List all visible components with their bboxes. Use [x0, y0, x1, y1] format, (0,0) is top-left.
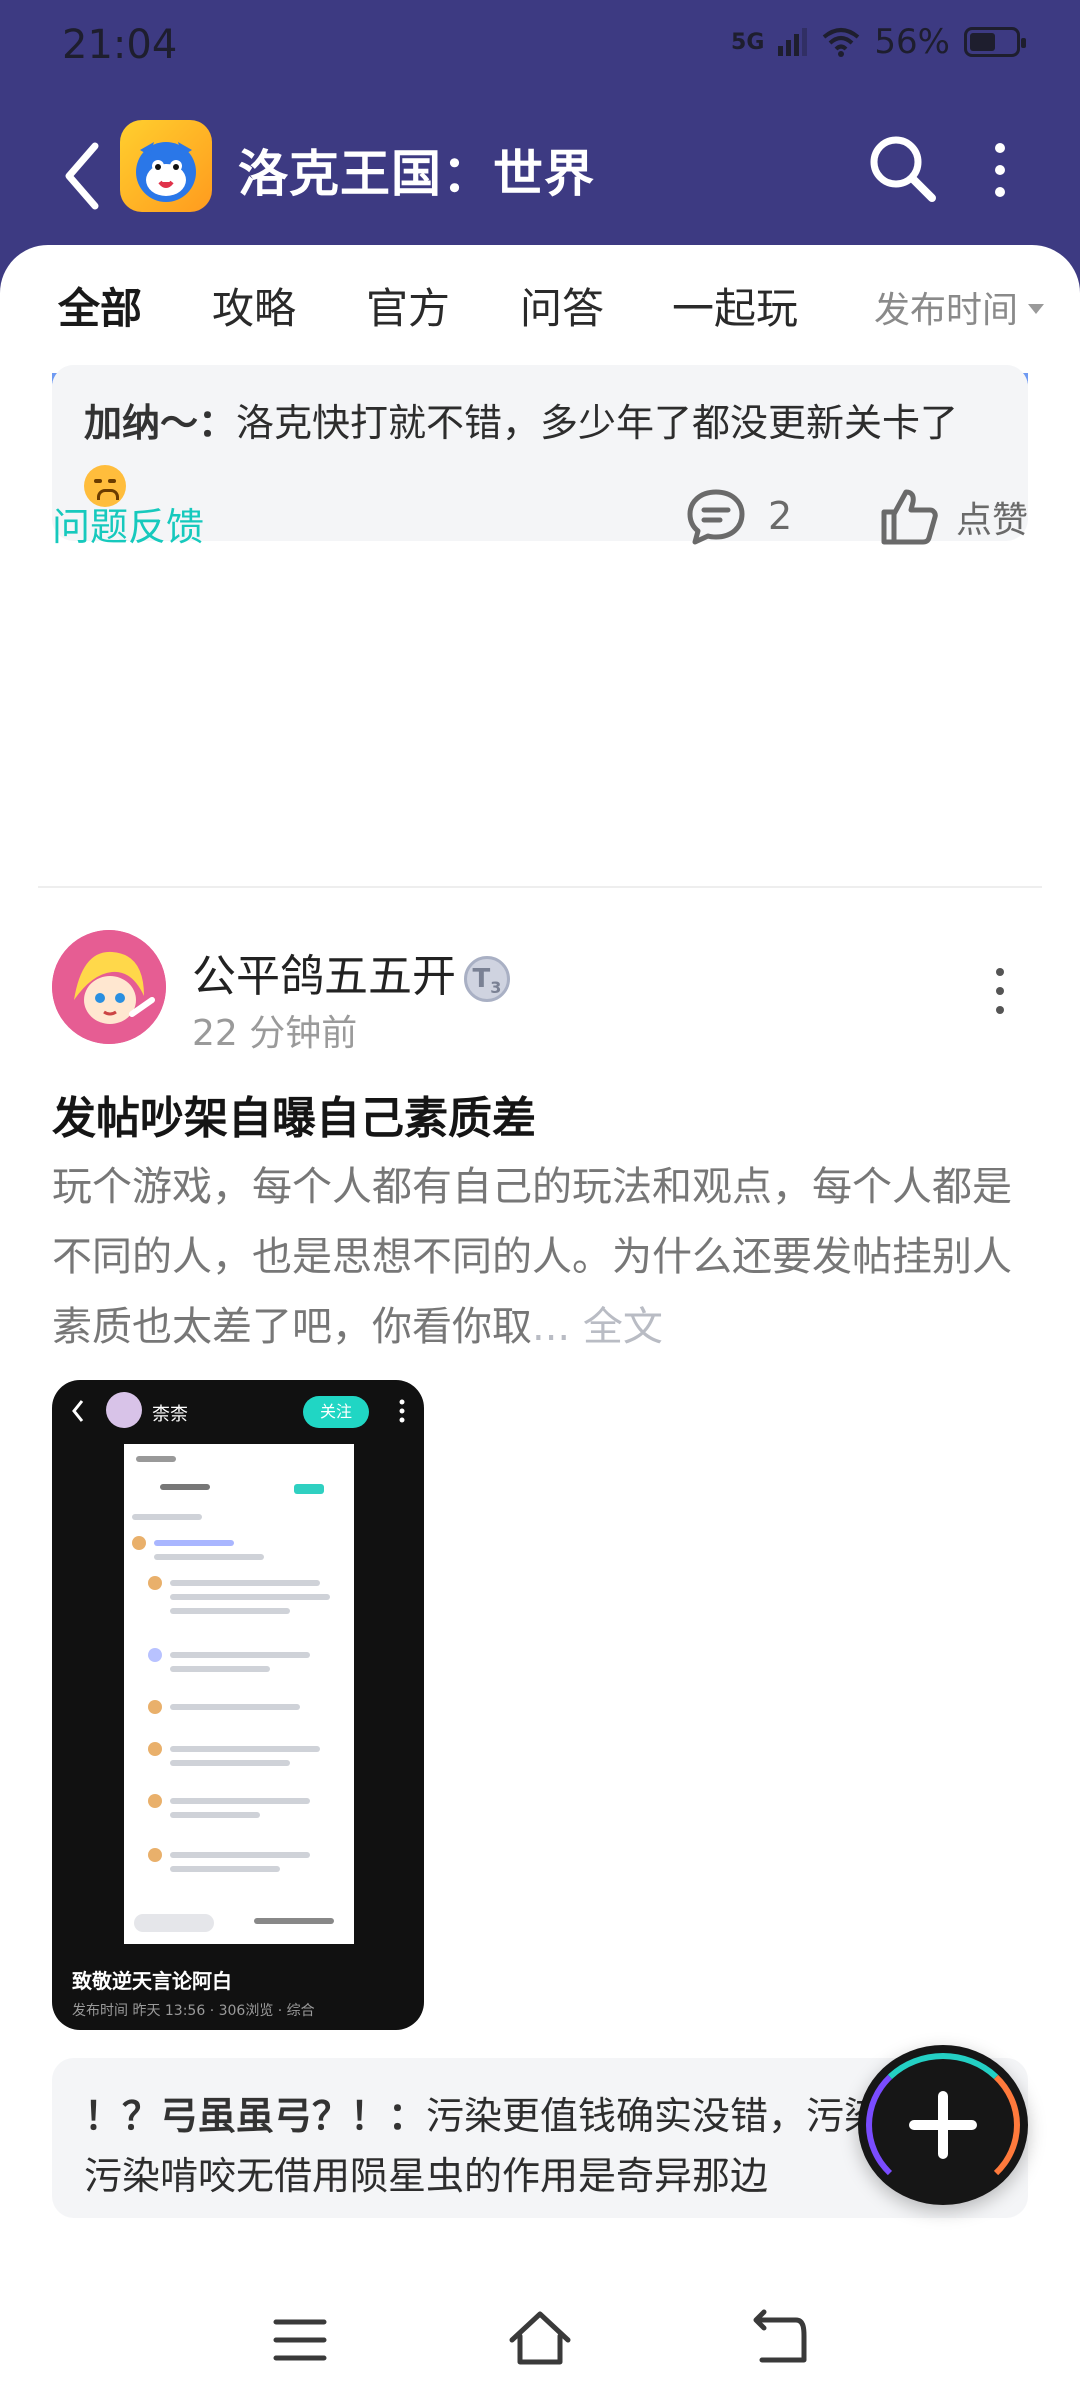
- comment-count: 2: [768, 494, 793, 538]
- avatar[interactable]: [52, 930, 166, 1044]
- app-icon[interactable]: [120, 120, 212, 212]
- menu-icon[interactable]: [260, 2300, 340, 2380]
- sort-dropdown[interactable]: 发布时间: [874, 281, 1044, 333]
- thumbs-up-icon: [881, 489, 938, 545]
- post-actions: 问题反馈 2 点赞: [52, 480, 1028, 560]
- shot-username: 柰柰: [152, 1404, 188, 1425]
- battery-percent: 56%: [874, 22, 950, 62]
- post-author-name: 公平鸽五五开: [192, 951, 456, 1002]
- shot-phone-screen: [124, 1444, 354, 1944]
- post-more-icon[interactable]: [990, 966, 1010, 1016]
- comment-icon: [687, 489, 745, 545]
- post-title[interactable]: 发帖吵架自曝自己素质差: [52, 1082, 536, 1146]
- level-badge-icon: T3: [464, 956, 510, 1002]
- app-header: 洛克王国：世界: [0, 110, 1080, 240]
- more-icon[interactable]: [985, 140, 1015, 200]
- signal-icon: [778, 28, 808, 56]
- post-body[interactable]: 玩个游戏，每个人都有自己的玩法和观点，每个人都是不同的人，也是思想不同的人。为什…: [52, 1152, 1032, 1362]
- search-icon[interactable]: [866, 128, 938, 208]
- status-time: 21:04: [62, 22, 178, 68]
- comment-author-2: ！？弓虽虽弓？！：: [84, 2094, 427, 2138]
- shot-follow-button: 关注: [303, 1396, 369, 1428]
- like-label: 点赞: [955, 500, 1028, 541]
- battery-icon: [964, 27, 1026, 57]
- tab-official[interactable]: 官方: [366, 275, 450, 336]
- status-right: 5G 56%: [731, 22, 1026, 62]
- shot-caption: 致敬逆天言论阿白: [72, 1969, 232, 1993]
- page-title: 洛克王国：世界: [238, 145, 595, 203]
- like-button[interactable]: 点赞: [878, 486, 1028, 548]
- tab-all[interactable]: 全部: [58, 275, 142, 346]
- post-image-screenshot[interactable]: 柰柰 关注 致敬逆天言论阿白 发布时间 昨天 13:56 · 306浏览 · 综…: [52, 1380, 424, 2030]
- back-nav-icon[interactable]: [740, 2300, 820, 2380]
- topic-tag[interactable]: 问题反馈: [52, 496, 204, 551]
- shot-topbar: 柰柰 关注: [52, 1380, 424, 1440]
- tab-guide[interactable]: 攻略: [212, 275, 296, 336]
- status-bar: 21:04 5G 56%: [0, 0, 1080, 90]
- post-time: 22 分钟前: [192, 1013, 358, 1054]
- create-post-button[interactable]: [858, 2045, 1028, 2205]
- back-icon[interactable]: [55, 136, 115, 216]
- shot-meta: 发布时间 昨天 13:56 · 306浏览 · 综合: [72, 2003, 315, 2019]
- tab-bar: 全部 攻略 官方 问答 一起玩 发布时间: [0, 275, 1080, 355]
- shot-more-icon: [399, 1399, 405, 1423]
- shot-avatar: [106, 1392, 142, 1428]
- tab-play-together[interactable]: 一起玩: [672, 275, 798, 336]
- comment-author: 加纳～：: [84, 401, 237, 445]
- chevron-down-icon: [1028, 304, 1044, 314]
- plus-icon: [909, 2091, 977, 2159]
- system-nav-bar: [0, 2270, 1080, 2408]
- post-divider: [38, 886, 1042, 888]
- tab-qa[interactable]: 问答: [520, 275, 604, 336]
- read-more-link[interactable]: ... 全文: [532, 1304, 663, 1350]
- wifi-icon: [823, 28, 860, 57]
- comment-button[interactable]: 2: [684, 486, 792, 546]
- comment-text: 洛克快打就不错，多少年了都没更新关卡了: [236, 401, 959, 445]
- shot-back-icon: [72, 1400, 84, 1422]
- sort-label: 发布时间: [873, 290, 1018, 331]
- home-icon[interactable]: [500, 2300, 580, 2380]
- post-author[interactable]: 公平鸽五五开 T3: [192, 940, 510, 1004]
- network-label: 5G: [731, 29, 765, 55]
- level-number: 3: [490, 978, 502, 998]
